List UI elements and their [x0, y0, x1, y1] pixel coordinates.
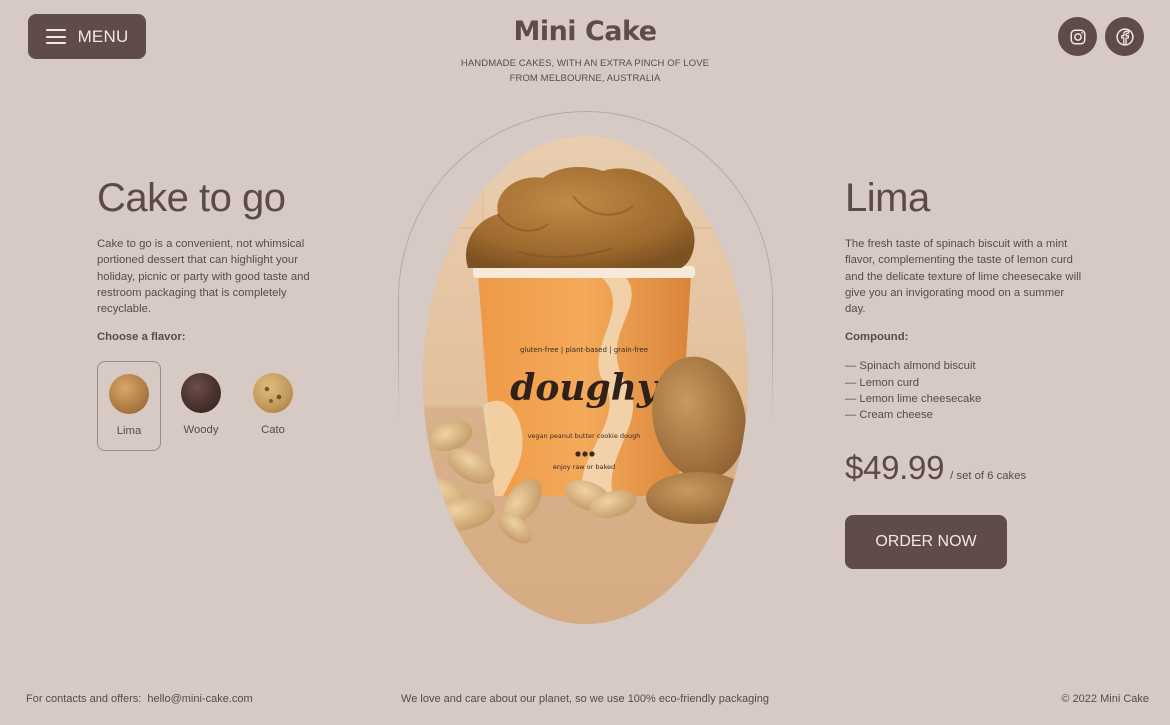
tagline-line-2: FROM MELBOURNE, AUSTRALIA — [509, 73, 661, 84]
flavor-selector: Lima Woody Cato — [97, 361, 327, 453]
compound-item: — Spinach almond biscuit — [845, 360, 976, 373]
choose-flavor-label: Choose a flavor: — [97, 331, 186, 344]
brand-logo[interactable]: Mini Cake — [0, 14, 1170, 50]
price-unit: / set of 6 cakes — [950, 470, 1027, 482]
section-description: Cake to go is a convenient, not whimsica… — [97, 238, 310, 316]
compound-item: — Cream cheese — [845, 409, 933, 422]
compound-list: — Spinach almond biscuit — Lemon curd — … — [845, 358, 1085, 423]
footer: For contacts and offers: hello@mini-cake.… — [0, 693, 1170, 709]
price: $49.99 — [845, 449, 945, 486]
product-illustration: gluten-free | plant-based | grain-free d… — [423, 136, 748, 624]
product-photo: gluten-free | plant-based | grain-free d… — [423, 136, 748, 624]
flavor-name: Cato — [261, 424, 285, 436]
flavor-name: Lima — [116, 425, 142, 437]
cup-bottom-text: enjoy raw or baked — [553, 463, 615, 471]
flavor-option-lima[interactable]: Lima — [97, 361, 161, 451]
flavor-option-woody[interactable]: Woody — [169, 361, 233, 451]
price-row: $49.99 / set of 6 cakes — [845, 449, 1026, 487]
copyright: © 2022 Mini Cake — [1061, 693, 1149, 705]
instagram-button[interactable] — [1058, 17, 1097, 56]
flavor-thumb-cato — [253, 373, 293, 413]
tagline-line-1: HANDMADE CAKES, WITH AN EXTRA PINCH OF L… — [460, 58, 710, 69]
cup-brand: doughy — [510, 367, 660, 409]
product-info-right: Lima The fresh taste of spinach biscuit … — [845, 173, 1085, 569]
flavor-title: Lima — [845, 176, 930, 220]
eco-note: We love and care about our planet, so we… — [401, 693, 769, 705]
order-now-button[interactable]: ORDER NOW — [845, 515, 1007, 569]
flavor-name: Woody — [183, 424, 219, 436]
compound-label: Compound: — [845, 331, 909, 344]
product-info-left: Cake to go Cake to go is a convenient, n… — [97, 173, 327, 451]
compound-item: — Lemon curd — [845, 376, 920, 389]
flavor-option-cato[interactable]: Cato — [241, 361, 305, 451]
flavor-thumb-woody — [181, 373, 221, 413]
cup-top-text: gluten-free | plant-based | grain-free — [520, 346, 648, 354]
compound-item: — Lemon lime cheesecake — [845, 393, 982, 406]
cup-sub-text: vegan peanut butter cookie dough — [528, 432, 641, 440]
flavor-thumb-lima — [109, 374, 149, 414]
facebook-button[interactable] — [1105, 17, 1144, 56]
flavor-description: The fresh taste of spinach biscuit with … — [845, 238, 1082, 316]
section-title: Cake to go — [97, 176, 286, 220]
instagram-icon — [1070, 29, 1085, 44]
tagline: HANDMADE CAKES, WITH AN EXTRA PINCH OF L… — [0, 56, 1170, 86]
facebook-icon — [1115, 27, 1134, 46]
brand-block: Mini Cake HANDMADE CAKES, WITH AN EXTRA … — [0, 14, 1170, 86]
